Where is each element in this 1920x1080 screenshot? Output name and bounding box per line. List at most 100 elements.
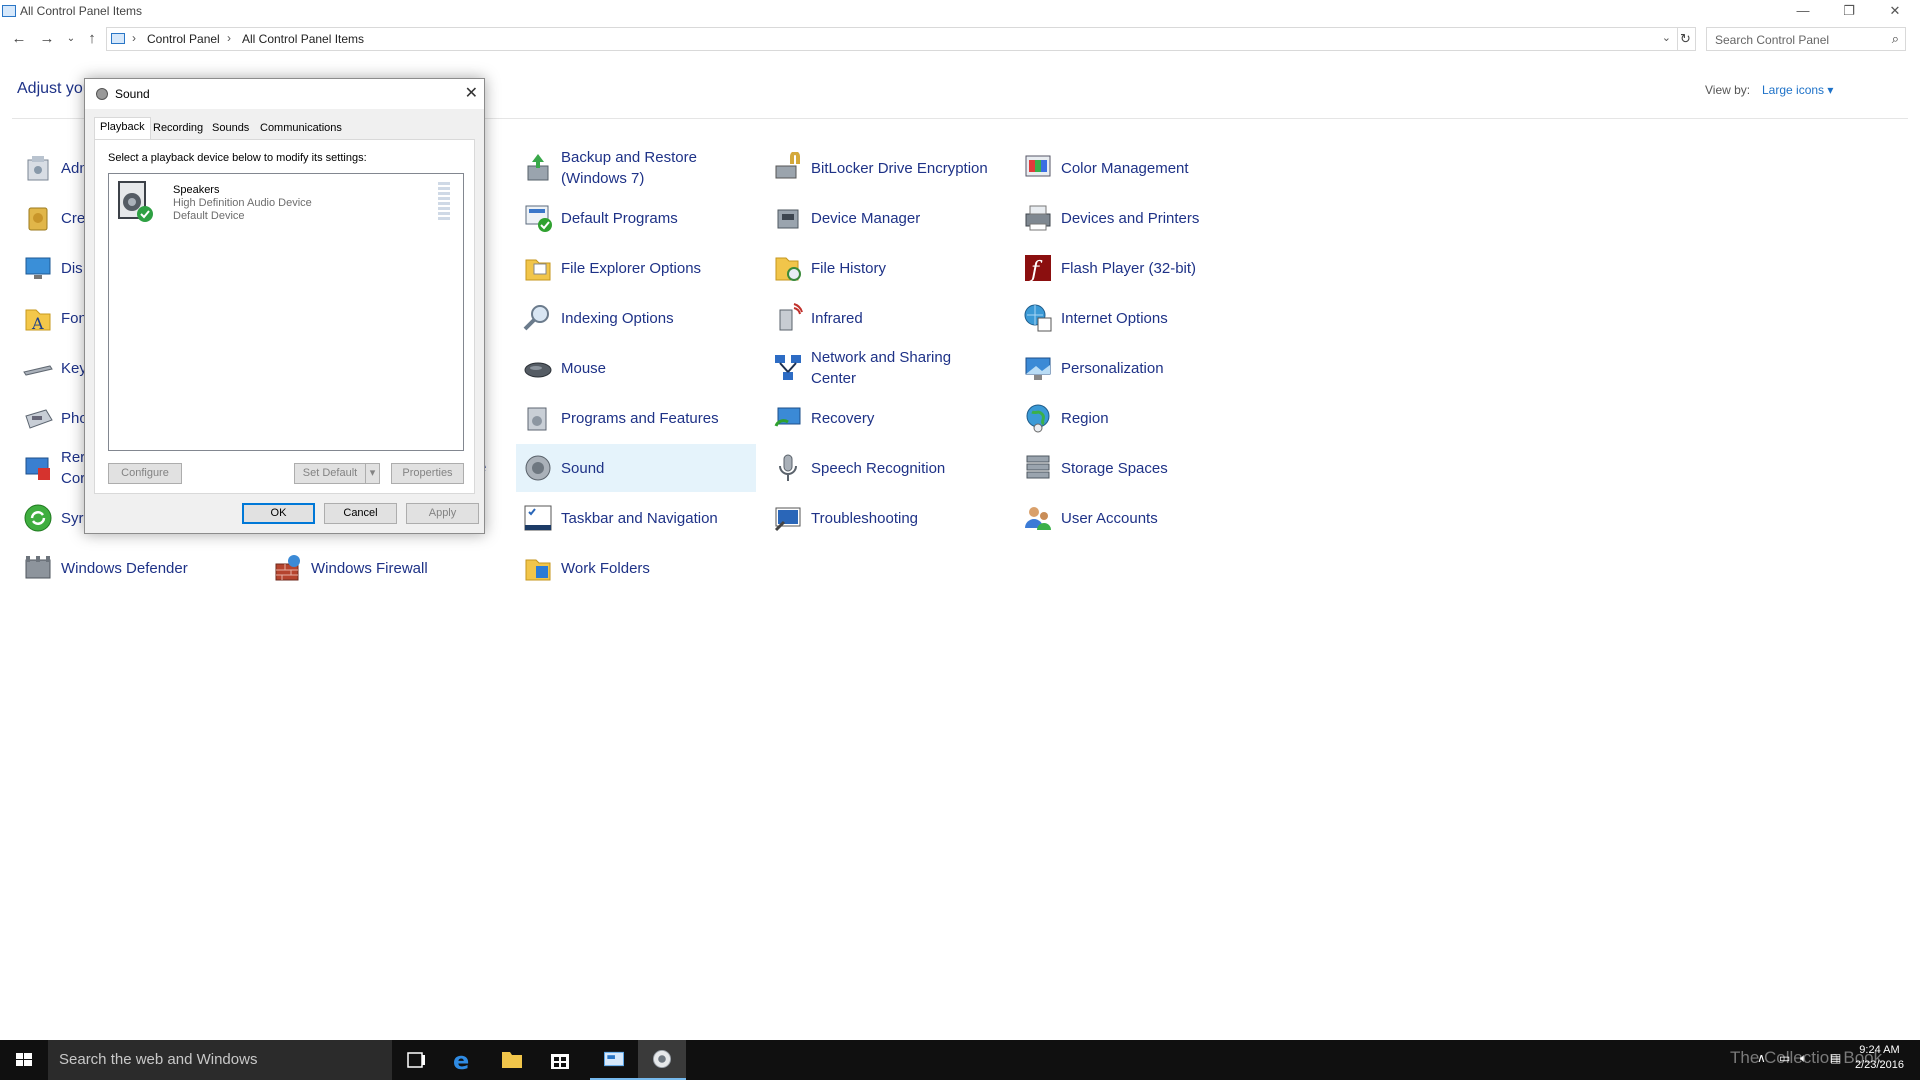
back-arrow-icon[interactable]: ←	[8, 28, 30, 50]
region-icon	[1026, 404, 1050, 433]
admin-tools-icon	[27, 156, 49, 181]
set-default-dropdown-icon[interactable]: ▾	[366, 463, 380, 484]
recent-locations-chevron-icon[interactable]: ⌄	[60, 28, 82, 50]
file-explorer-options-icon	[525, 259, 551, 281]
cp-item-sound[interactable]: Sound	[516, 444, 756, 492]
speech-recognition-icon	[779, 454, 797, 481]
view-by-label: View by:	[1705, 83, 1751, 97]
up-arrow-icon[interactable]: ↑	[81, 28, 103, 50]
volume-icon[interactable]: 🔈︎	[1800, 1051, 1807, 1066]
configure-button[interactable]: Configure	[108, 463, 182, 484]
cp-item-file-explorer-options[interactable]: File Explorer Options	[516, 244, 756, 292]
store-icon[interactable]	[536, 1040, 584, 1080]
cp-item-programs-features[interactable]: Programs and Features	[516, 394, 756, 442]
tab-recording[interactable]: Recording	[148, 119, 208, 139]
search-input[interactable]: Search Control Panel ⌕	[1706, 27, 1906, 51]
flash-player-icon: f	[1025, 255, 1051, 283]
clock-date: 2/23/2016	[1855, 1059, 1904, 1071]
cp-item-default-programs[interactable]: Default Programs	[516, 194, 756, 242]
address-bar[interactable]: › Control Panel › All Control Panel Item…	[106, 27, 1678, 51]
cp-item-internet-options[interactable]: Internet Options	[1016, 294, 1256, 342]
properties-button[interactable]: Properties	[391, 463, 464, 484]
cp-item-windows-defender[interactable]: Windows Defender	[16, 544, 256, 592]
window-titlebar: All Control Panel Items — ❐ ✕	[0, 0, 1920, 24]
dialog-title: Sound	[115, 87, 150, 101]
set-default-button[interactable]: Set Default	[294, 463, 366, 484]
cp-item-label: Windows Defender	[61, 559, 188, 577]
cp-item-color-management[interactable]: Color Management	[1016, 144, 1256, 192]
address-row: ← → ⌄ ↑ › Control Panel › All Control Pa…	[0, 26, 1920, 52]
cp-item-personalization[interactable]: Personalization	[1016, 344, 1256, 392]
cp-item-speech-recognition[interactable]: Speech Recognition	[766, 444, 1006, 492]
cp-item-label: Devices and Printers	[1061, 209, 1200, 227]
windows-firewall-icon	[275, 555, 300, 581]
cancel-button[interactable]: Cancel	[324, 503, 397, 524]
cp-item-storage-spaces[interactable]: Storage Spaces	[1016, 444, 1256, 492]
cp-item-user-accounts[interactable]: User Accounts	[1016, 494, 1256, 542]
cp-item-file-history[interactable]: File History	[766, 244, 1006, 292]
view-by-dropdown[interactable]: Large icons ▾	[1762, 83, 1833, 97]
address-dropdown-icon[interactable]: ⌄	[1662, 31, 1671, 44]
dialog-titlebar[interactable]: Sound ✕	[85, 79, 484, 109]
sound-dialog: Sound ✕ Playback Recording Sounds Commun…	[84, 78, 485, 534]
cp-item-flash-player[interactable]: f Flash Player (32-bit)	[1016, 244, 1256, 292]
edge-icon[interactable]: e	[440, 1040, 488, 1080]
network-icon[interactable]: ▭	[1779, 1051, 1790, 1065]
cp-item-label: Infrared	[811, 309, 863, 327]
cp-item-work-folders[interactable]: Work Folders	[516, 544, 756, 592]
cp-item-region[interactable]: Region	[1016, 394, 1256, 442]
breadcrumb-all-items[interactable]: All Control Panel Items	[242, 32, 364, 46]
cp-item-infrared[interactable]: Infrared	[766, 294, 1006, 342]
ok-button[interactable]: OK	[242, 503, 315, 524]
tab-communications[interactable]: Communications	[255, 119, 347, 139]
cp-item-label: Flash Player (32-bit)	[1061, 259, 1197, 277]
cp-item-label: Recovery	[811, 409, 875, 427]
sound-icon	[96, 88, 108, 100]
cp-item-indexing-options[interactable]: Indexing Options	[516, 294, 756, 342]
troubleshooting-icon	[774, 507, 801, 532]
list-item[interactable]: Speakers High Definition Audio Device De…	[109, 174, 463, 230]
taskbar-search-input[interactable]: Search the web and Windows	[48, 1040, 392, 1080]
speaker-icon	[118, 181, 153, 222]
minimize-button[interactable]: —	[1780, 0, 1826, 24]
file-explorer-icon[interactable]	[488, 1040, 536, 1080]
cp-item-recovery[interactable]: Recovery	[766, 394, 1006, 442]
apply-button[interactable]: Apply	[406, 503, 479, 524]
default-programs-icon	[525, 205, 552, 232]
cp-item-bitlocker[interactable]: BitLocker Drive Encryption	[766, 144, 1006, 192]
dialog-close-button[interactable]: ✕	[465, 83, 478, 103]
close-button[interactable]: ✕	[1872, 0, 1918, 24]
cp-item-mouse[interactable]: Mouse	[516, 344, 756, 392]
breadcrumb-separator: ›	[227, 31, 231, 45]
breadcrumb-control-panel[interactable]: Control Panel	[147, 32, 220, 46]
cp-item-label: Region	[1061, 409, 1109, 427]
windows-start-icon[interactable]	[0, 1040, 48, 1080]
cp-item-label: BitLocker Drive Encryption	[811, 159, 988, 177]
svg-text:e: e	[453, 1047, 469, 1075]
cp-item-taskbar-navigation[interactable]: Taskbar and Navigation	[516, 494, 756, 542]
network-sharing-icon	[775, 355, 801, 380]
clock[interactable]: 9:24 AM 2/23/2016	[1855, 1043, 1904, 1073]
playback-device-list[interactable]: Speakers High Definition Audio Device De…	[108, 173, 464, 451]
remoteapp-icon	[25, 457, 50, 480]
work-folders-icon	[525, 559, 551, 581]
task-view-icon[interactable]	[392, 1040, 440, 1080]
cp-item-devices-printers[interactable]: Devices and Printers	[1016, 194, 1256, 242]
sound-icon[interactable]	[638, 1040, 686, 1080]
cp-item-device-manager[interactable]: Device Manager	[766, 194, 1006, 242]
infrared-icon	[779, 303, 803, 331]
tab-sounds[interactable]: Sounds	[207, 119, 254, 139]
tab-playback[interactable]: Playback	[94, 117, 151, 140]
restore-button[interactable]: ❐	[1826, 0, 1872, 24]
cp-item-label: Programs and Features	[561, 409, 719, 427]
cp-item-windows-firewall[interactable]: Windows Firewall	[266, 544, 506, 592]
control-panel-icon[interactable]	[590, 1040, 638, 1080]
cp-item-backup-restore[interactable]: Backup and Restore (Windows 7)	[516, 144, 756, 192]
search-icon[interactable]: ⌕	[1892, 31, 1899, 47]
chevron-up-icon[interactable]: ∧	[1757, 1051, 1766, 1065]
refresh-icon[interactable]: ↻	[1676, 27, 1696, 51]
forward-arrow-icon[interactable]: →	[36, 28, 58, 50]
notifications-icon[interactable]: ▤	[1830, 1051, 1841, 1065]
cp-item-network-sharing[interactable]: Network and Sharing Center	[766, 344, 1006, 392]
cp-item-troubleshooting[interactable]: Troubleshooting	[766, 494, 1006, 542]
